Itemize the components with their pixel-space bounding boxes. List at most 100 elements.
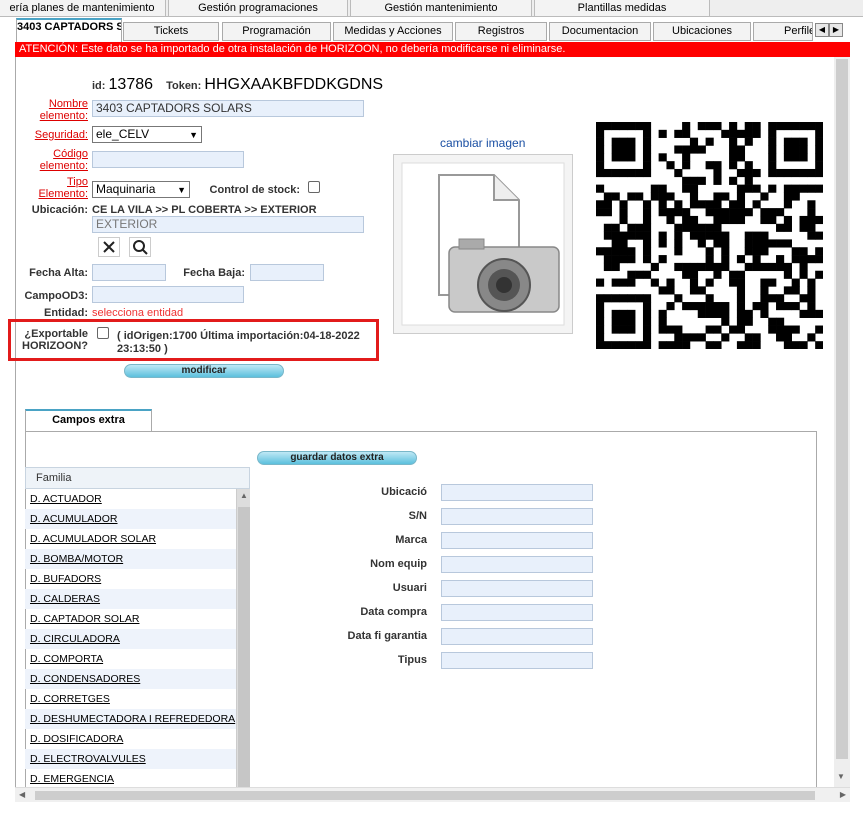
scroll-right-icon[interactable]: ▶ <box>840 790 846 799</box>
nombre-input[interactable]: 3403 CAPTADORS SOLARS <box>92 100 364 117</box>
seguridad-label: Seguridad: <box>34 129 88 141</box>
campo-input[interactable] <box>92 286 244 303</box>
extra-field-label: Data compra <box>360 606 427 618</box>
page-hscroll-thumb[interactable] <box>35 791 815 800</box>
modificar-button[interactable]: modificar <box>124 364 284 378</box>
ubicacion-label: Ubicación: <box>31 204 88 216</box>
family-item[interactable]: D. ELECTROVALVULES <box>25 749 236 769</box>
change-image-link[interactable]: cambiar imagen <box>440 136 525 150</box>
element-image <box>393 154 573 334</box>
family-item[interactable]: D. CONDENSADORES <box>25 669 236 689</box>
extra-field-input[interactable] <box>441 532 593 549</box>
extra-field-input[interactable] <box>441 556 593 573</box>
family-link[interactable]: D. COMPORTA <box>30 653 103 665</box>
seguridad-selected: ele_CELV <box>96 127 150 141</box>
family-item[interactable]: D. CORRETGES <box>25 689 236 709</box>
family-link[interactable]: D. CAPTADOR SOLAR <box>30 613 140 625</box>
tab-ubicaciones[interactable]: Ubicaciones <box>653 22 751 41</box>
family-link[interactable]: D. CIRCULADORA <box>30 633 120 645</box>
search-location-button[interactable] <box>129 237 151 257</box>
campo-label: CampoOD3: <box>24 290 88 302</box>
codigo-label: Código elemento: <box>39 148 88 172</box>
family-link[interactable]: D. ACUMULADOR <box>30 513 118 525</box>
nombre-label: Nombre elemento: <box>39 98 88 122</box>
family-item[interactable]: D. CALDERAS <box>25 589 236 609</box>
extra-field-label: S/N <box>408 510 427 522</box>
extra-field-input[interactable] <box>441 580 593 597</box>
scroll-down-icon[interactable]: ▼ <box>837 772 845 781</box>
top-tab-planes[interactable]: ería planes de mantenimiento <box>0 0 166 16</box>
tab-programacion[interactable]: Programación <box>222 22 331 41</box>
scroll-up-icon[interactable]: ▲ <box>240 491 248 500</box>
fecha-alta-input[interactable] <box>92 264 166 281</box>
family-link[interactable]: D. ACUMULADOR SOLAR <box>30 533 156 545</box>
tab-medidas[interactable]: Medidas y Acciones <box>333 22 453 41</box>
family-item[interactable]: D. CIRCULADORA <box>25 629 236 649</box>
family-link[interactable]: D. CORRETGES <box>30 693 110 705</box>
qr-code-icon <box>596 122 823 349</box>
family-link[interactable]: D. DESHUMECTADORA I REFREDEDORA <box>30 713 235 725</box>
tab-scroll-right-icon[interactable]: ▶ <box>829 23 843 37</box>
tab-campos-extra[interactable]: Campos extra <box>25 409 152 431</box>
entidad-label: Entidad: <box>44 307 88 319</box>
family-link[interactable]: D. CONDENSADORES <box>30 673 140 685</box>
family-item[interactable]: D. ACTUADOR <box>25 489 236 509</box>
family-item[interactable]: D. EMERGENCIA <box>25 769 236 787</box>
tab-element[interactable]: 3403 CAPTADORS SOLARS <box>16 18 122 42</box>
family-link[interactable]: D. ACTUADOR <box>30 493 102 505</box>
family-item[interactable]: D. ACUMULADOR SOLAR <box>25 529 236 549</box>
ubicacion-path: CE LA VILA >> PL COBERTA >> EXTERIOR <box>92 204 317 216</box>
tipo-select[interactable]: Maquinaria ▼ <box>92 181 190 198</box>
entidad-link[interactable]: selecciona entidad <box>92 307 183 319</box>
family-link[interactable]: D. BUFADORS <box>30 573 101 585</box>
ubicacion-input[interactable]: EXTERIOR <box>92 216 364 233</box>
page-vertical-scrollbar[interactable] <box>834 57 850 787</box>
page-scroll-thumb[interactable] <box>836 59 848 759</box>
family-scrollbar[interactable]: ▲ <box>236 489 250 787</box>
fecha-baja-input[interactable] <box>250 264 324 281</box>
family-link[interactable]: D. BOMBA/MOTOR <box>30 553 123 565</box>
tab-scroll-left-icon[interactable]: ◀ <box>815 23 829 37</box>
extra-field-label: Marca <box>395 534 427 546</box>
exportable-label: ¿Exportable HORIZOON? <box>22 328 88 352</box>
top-tab-plantillas[interactable]: Plantillas medidas <box>534 0 710 16</box>
stock-checkbox[interactable] <box>308 181 320 193</box>
tab-registros[interactable]: Registros <box>455 22 547 41</box>
page-horizontal-scrollbar[interactable]: ◀ ▶ <box>15 787 850 802</box>
family-link[interactable]: D. ELECTROVALVULES <box>30 753 146 765</box>
family-item[interactable]: D. COMPORTA <box>25 649 236 669</box>
extra-field-input[interactable] <box>441 604 593 621</box>
family-item[interactable]: D. BOMBA/MOTOR <box>25 549 236 569</box>
tipo-selected: Maquinaria <box>96 182 156 196</box>
chevron-down-icon: ▼ <box>177 185 186 195</box>
scroll-left-icon[interactable]: ◀ <box>19 790 25 799</box>
family-link[interactable]: D. EMERGENCIA <box>30 773 114 785</box>
top-tab-mantenimiento[interactable]: Gestión mantenimiento <box>350 0 532 16</box>
family-item[interactable]: D. DESHUMECTADORA I REFREDEDORA <box>25 709 236 729</box>
fecha-alta-label: Fecha Alta: <box>29 267 88 279</box>
codigo-input[interactable] <box>92 151 244 168</box>
save-extra-button[interactable]: guardar datos extra <box>257 451 417 465</box>
top-tab-programaciones[interactable]: Gestión programaciones <box>168 0 348 16</box>
seguridad-select[interactable]: ele_CELV ▼ <box>92 126 202 143</box>
family-item[interactable]: D. ACUMULADOR <box>25 509 236 529</box>
family-scroll-thumb[interactable] <box>238 507 250 787</box>
family-item[interactable]: D. CAPTADOR SOLAR <box>25 609 236 629</box>
family-link[interactable]: D. CALDERAS <box>30 593 100 605</box>
extra-field-input[interactable] <box>441 628 593 645</box>
tipo-label: Tipo Elemento: <box>38 176 88 200</box>
id-label: id: <box>92 80 106 92</box>
clear-location-button[interactable] <box>98 237 120 257</box>
camera-placeholder-icon <box>401 162 565 326</box>
extra-field-input[interactable] <box>441 508 593 525</box>
tab-perfiles[interactable]: Perfiles <box>753 22 813 41</box>
tab-tickets[interactable]: Tickets <box>123 22 219 41</box>
exportable-checkbox[interactable] <box>97 327 109 339</box>
family-link[interactable]: D. DOSIFICADORA <box>30 733 123 745</box>
family-item[interactable]: D. DOSIFICADORA <box>25 729 236 749</box>
extra-field-input[interactable] <box>441 652 593 669</box>
family-item[interactable]: D. BUFADORS <box>25 569 236 589</box>
tab-documentacion[interactable]: Documentacion <box>549 22 651 41</box>
family-header: Familia <box>25 467 250 489</box>
extra-field-input[interactable] <box>441 484 593 501</box>
